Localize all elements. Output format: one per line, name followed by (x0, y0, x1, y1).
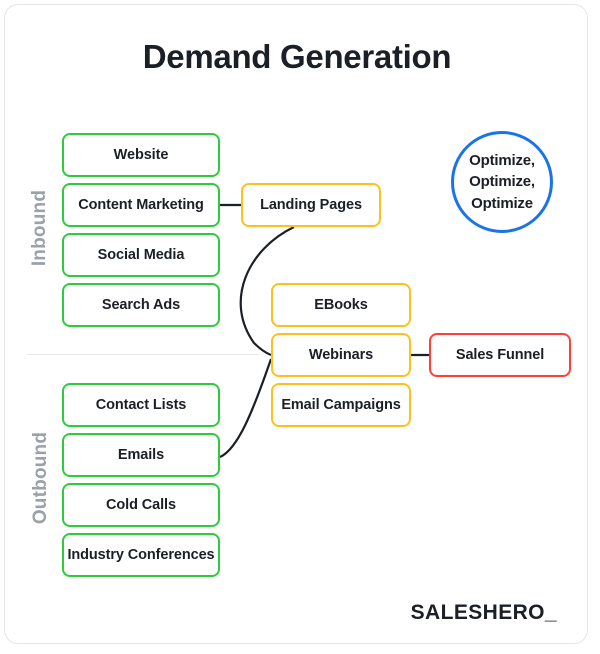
brand-logo: SALESHERO_ (410, 601, 557, 624)
node-industry-conferences[interactable]: Industry Conferences (62, 533, 220, 577)
node-sales-funnel[interactable]: Sales Funnel (429, 333, 571, 377)
optimize-line-2: Optimize, (469, 173, 535, 191)
node-search-ads[interactable]: Search Ads (62, 283, 220, 327)
optimize-line-3: Optimize (471, 194, 533, 212)
node-ebooks[interactable]: EBooks (271, 283, 411, 327)
optimize-line-1: Optimize, (469, 152, 535, 170)
connector-emails-to-webinars (219, 358, 273, 459)
optimize-badge[interactable]: Optimize, Optimize, Optimize (451, 131, 553, 233)
node-cold-calls[interactable]: Cold Calls (62, 483, 220, 527)
node-emails[interactable]: Emails (62, 433, 220, 477)
page-title: Demand Generation (142, 38, 452, 75)
node-landing-pages[interactable]: Landing Pages (241, 183, 381, 227)
section-label-outbound: Outbound (30, 431, 51, 525)
section-divider (27, 354, 259, 355)
diagram-card: Demand Generation Inbound Outbound Websi… (4, 4, 588, 644)
node-email-campaigns[interactable]: Email Campaigns (271, 383, 411, 427)
section-label-inbound: Inbound (29, 189, 50, 267)
node-social-media[interactable]: Social Media (62, 233, 220, 277)
node-content-marketing[interactable]: Content Marketing (62, 183, 220, 227)
node-webinars[interactable]: Webinars (271, 333, 411, 377)
node-contact-lists[interactable]: Contact Lists (62, 383, 220, 427)
node-website[interactable]: Website (62, 133, 220, 177)
